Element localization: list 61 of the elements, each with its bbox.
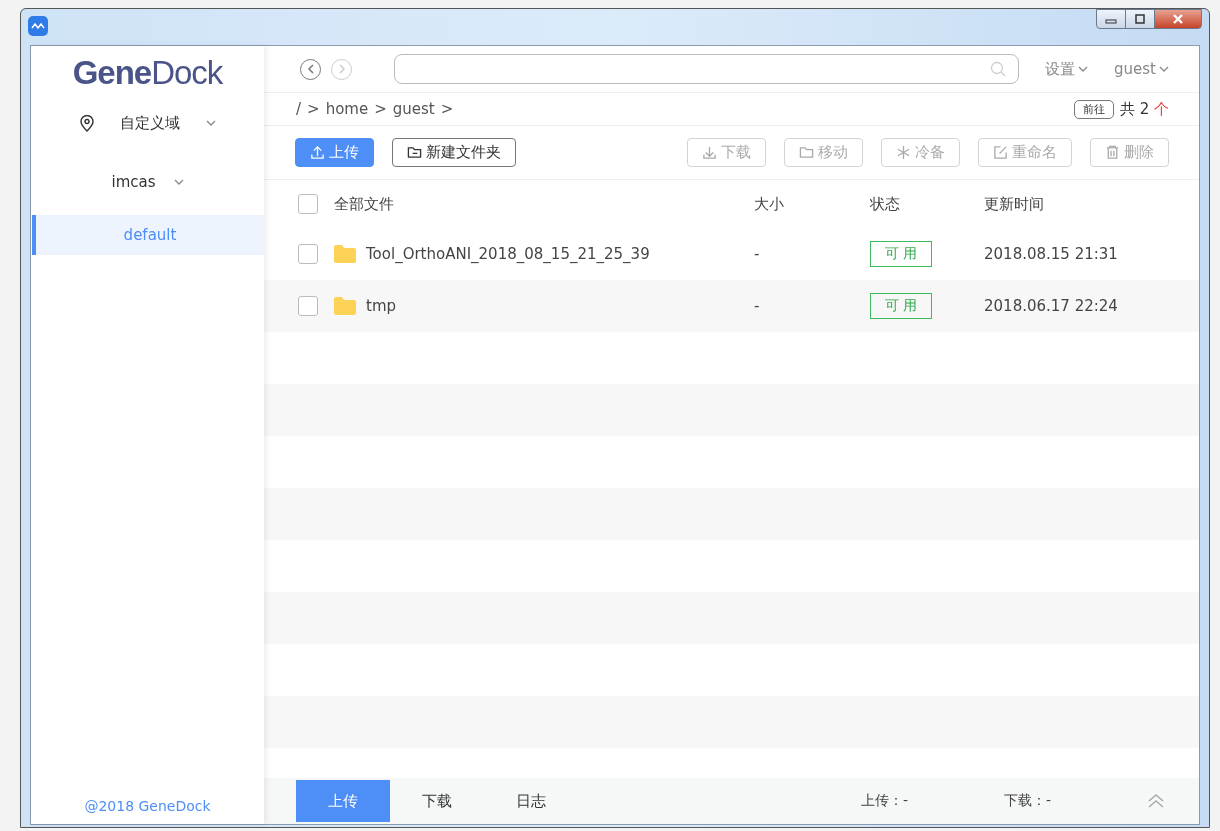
close-button[interactable]	[1154, 9, 1202, 29]
folder-icon	[334, 245, 356, 263]
upload-icon	[310, 145, 325, 160]
status-badge: 可 用	[870, 293, 933, 319]
breadcrumb-separator: >	[307, 100, 320, 118]
column-header: 更新时间	[984, 194, 1044, 214]
table-cell: -	[754, 297, 760, 315]
table-cell: 2018.08.15 21:31	[984, 245, 1118, 263]
location-pin-icon	[79, 115, 94, 132]
file-name: tmp	[366, 297, 396, 315]
back-button[interactable]	[300, 58, 321, 80]
table-cell: -	[754, 245, 760, 263]
column-header: 全部文件	[334, 194, 394, 214]
chevron-left-icon	[306, 64, 315, 74]
download-icon	[702, 145, 717, 160]
chevron-up-icon[interactable]	[1147, 793, 1165, 809]
breadcrumb-root[interactable]: /	[296, 100, 302, 118]
breadcrumb-link[interactable]: guest	[392, 100, 435, 118]
account-dropdown[interactable]: imcas	[31, 173, 264, 191]
transfer-tab[interactable]: 日志	[484, 780, 578, 822]
copyright-text: @2018 GeneDock	[83, 798, 212, 816]
checkbox[interactable]	[298, 194, 318, 214]
breadcrumb-link[interactable]: home	[325, 100, 369, 118]
close-icon	[1171, 13, 1185, 25]
minimize-button[interactable]	[1096, 9, 1126, 29]
file-row[interactable]: tmp - 可 用 2018.06.17 22:24	[264, 280, 1199, 332]
chevron-right-icon	[337, 64, 346, 74]
settings-menu[interactable]: 设置	[1045, 59, 1089, 79]
logo: GeneDock	[71, 54, 224, 92]
search-icon	[990, 61, 1007, 77]
chevron-down-icon	[173, 178, 184, 186]
maximize-icon	[1133, 13, 1147, 25]
breadcrumb-separator: >	[440, 100, 454, 118]
trash-icon	[1105, 145, 1120, 160]
region-dropdown[interactable]: 自定义域	[31, 114, 264, 133]
folder-icon	[407, 145, 422, 160]
goto-button[interactable]: 前往	[1073, 99, 1114, 119]
table-cell: 2018.06.17 22:24	[984, 297, 1118, 315]
transfer-tab[interactable]: 下载	[390, 780, 484, 822]
snowflake-icon	[896, 145, 911, 160]
folder-icon	[334, 297, 356, 315]
edit-icon	[993, 145, 1008, 160]
toolbar-button[interactable]: 新建文件夹	[392, 138, 516, 167]
folder-icon	[799, 145, 814, 160]
chevron-down-icon	[1159, 65, 1169, 73]
transfer-stat: 下载：-	[1003, 792, 1051, 810]
checkbox[interactable]	[298, 296, 318, 316]
chevron-down-icon	[205, 120, 216, 127]
chevron-down-icon	[1078, 65, 1089, 73]
status-badge: 可 用	[870, 241, 933, 267]
maximize-button[interactable]	[1125, 9, 1155, 29]
transfer-stat: 上传：-	[860, 792, 908, 810]
file-name: Tool_OrthoANI_2018_08_15_21_25_39	[366, 245, 650, 263]
column-header: 大小	[754, 194, 784, 214]
breadcrumb-separator: >	[374, 100, 387, 118]
app-icon	[28, 16, 48, 36]
item-count: 共 2 个	[1119, 99, 1169, 119]
column-header: 状态	[870, 194, 900, 214]
user-menu[interactable]: guest	[1114, 60, 1169, 78]
search-field[interactable]	[394, 54, 1020, 84]
checkbox[interactable]	[298, 244, 318, 264]
